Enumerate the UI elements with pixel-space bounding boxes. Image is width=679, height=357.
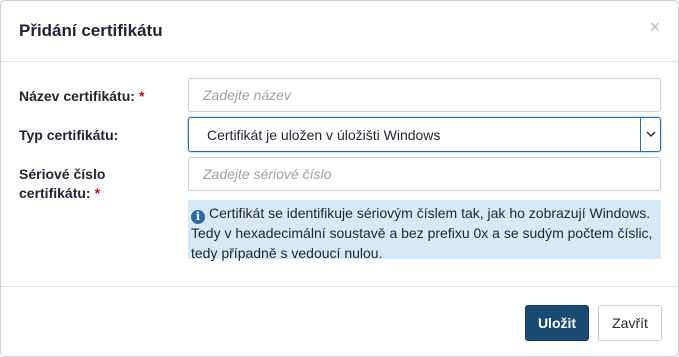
certificate-name-label: Název certifikátu: * <box>19 87 144 106</box>
certificate-type-selected: Certifikát je uložen v úložišti Windows <box>207 127 441 143</box>
serial-number-label-line1: Sériové číslo <box>19 166 106 182</box>
dialog-header: Přidání certifikátu × <box>1 1 678 62</box>
serial-number-label-line2: certifikátu: <box>19 185 91 201</box>
serial-number-info-box: i Certifikát se identifikuje sériovým čís… <box>188 200 661 261</box>
info-text: Certifikát se identifikuje sériovým čísl… <box>191 205 653 261</box>
close-button[interactable]: Zavřít <box>598 305 662 341</box>
dialog-title: Přidání certifikátu <box>19 21 163 40</box>
info-icon: i <box>191 210 205 224</box>
chevron-down-icon[interactable] <box>640 118 660 151</box>
serial-number-input[interactable] <box>188 157 661 191</box>
close-icon[interactable]: × <box>647 17 663 37</box>
required-mark: * <box>138 88 145 104</box>
certificate-name-input[interactable] <box>188 78 661 112</box>
certificate-type-select[interactable]: Certifikát je uložen v úložišti Windows <box>188 117 661 152</box>
serial-number-label: Sériové číslo certifikátu: * <box>19 165 105 203</box>
save-button[interactable]: Uložit <box>525 305 589 341</box>
required-mark: * <box>94 185 101 201</box>
certificate-type-label: Typ certifikátu: <box>19 127 119 143</box>
add-certificate-dialog: Přidání certifikátu × Název certifikátu:… <box>0 0 679 357</box>
certificate-name-label-text: Název certifikátu: <box>19 88 135 104</box>
footer-divider <box>1 286 678 287</box>
